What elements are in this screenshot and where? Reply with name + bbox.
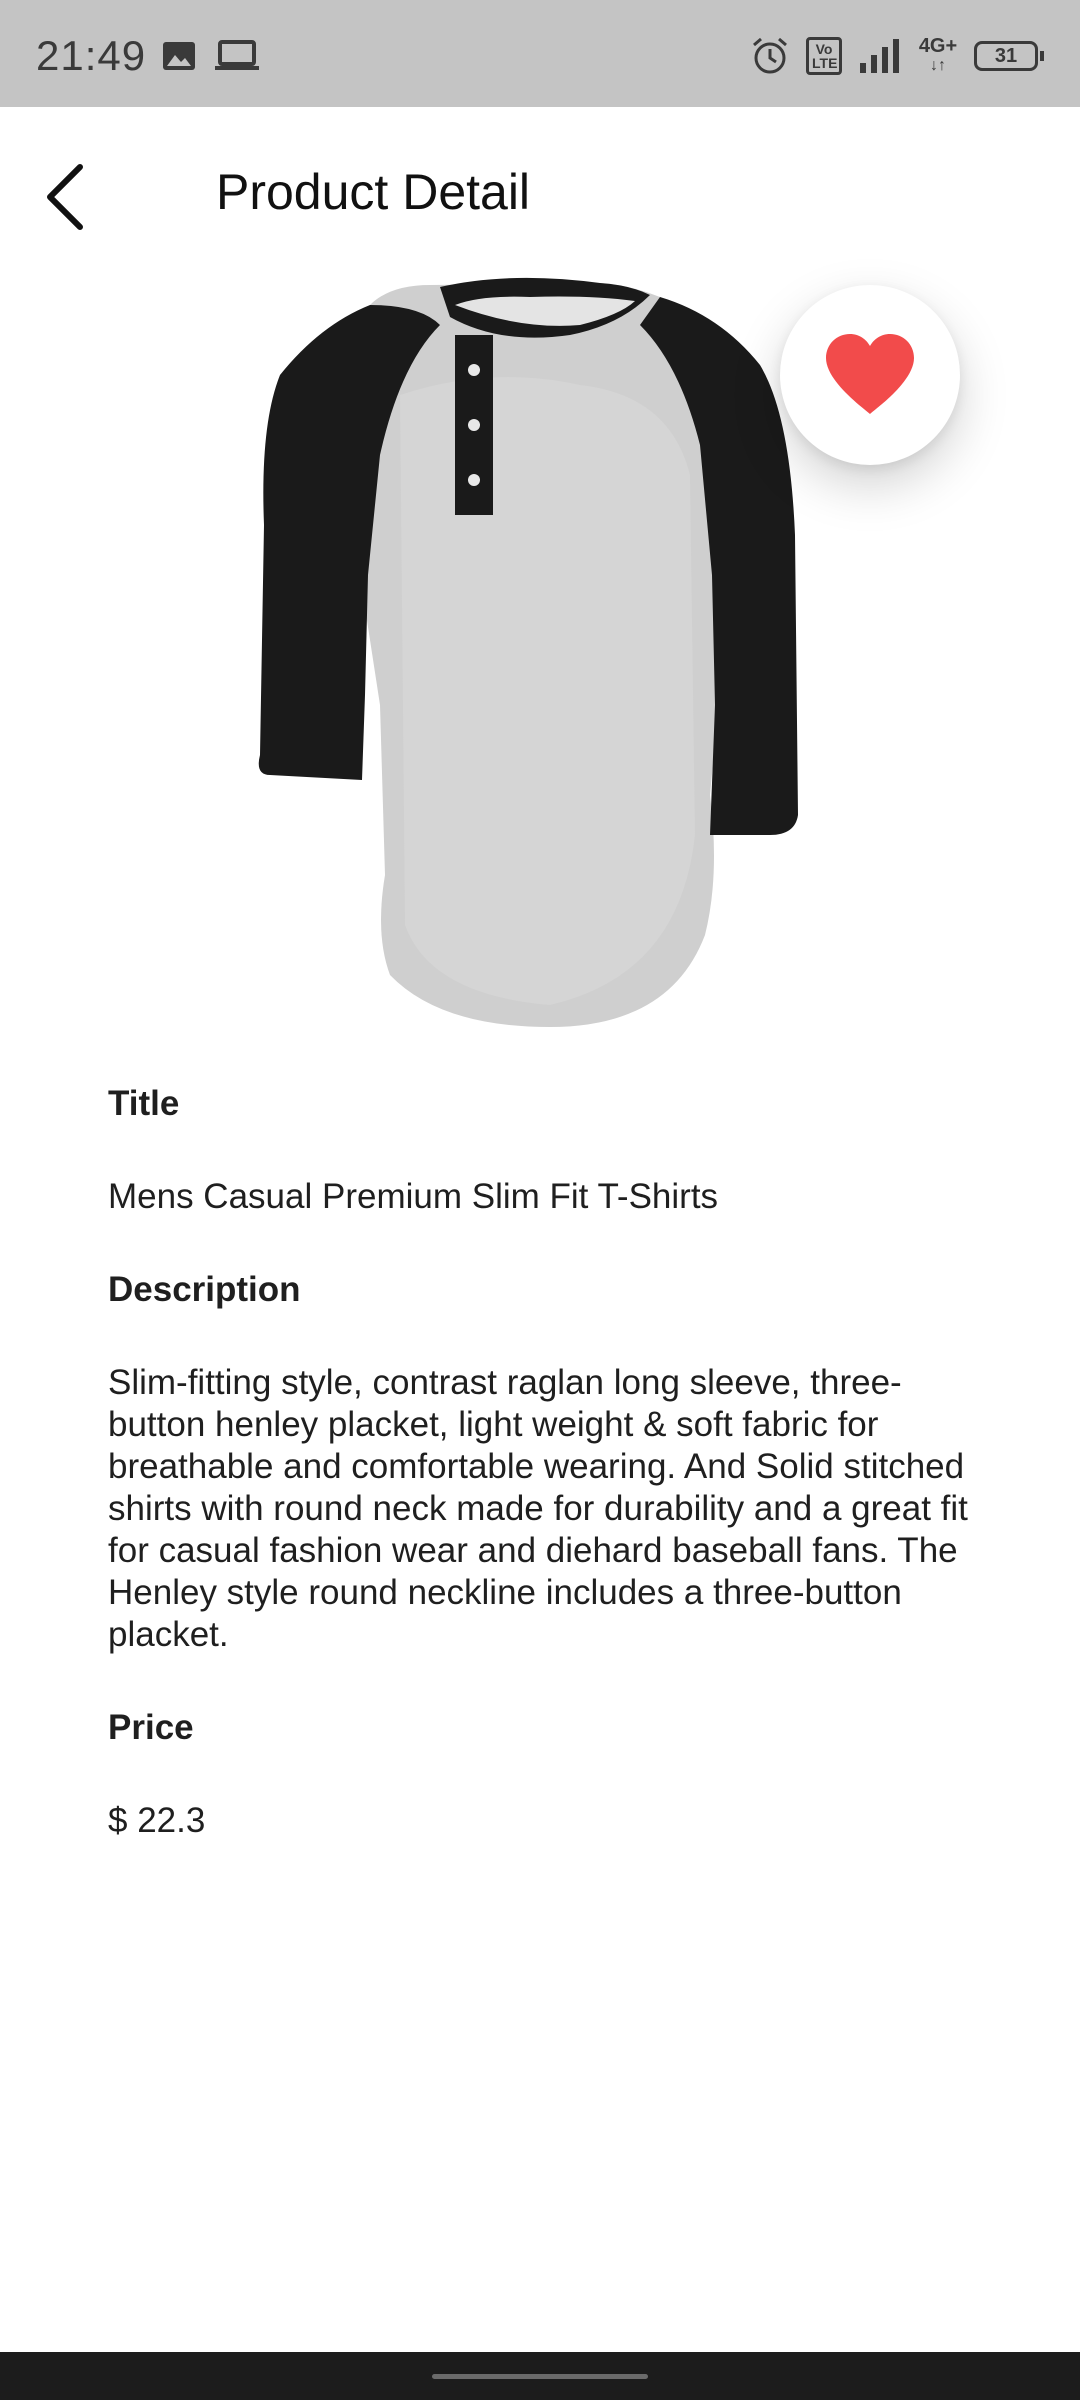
tshirt-image [258, 277, 798, 1027]
back-button[interactable] [36, 157, 96, 237]
product-description: Slim-fitting style, contrast raglan long… [108, 1363, 968, 1654]
product-details: Title Mens Casual Premium Slim Fit T-Shi… [108, 1080, 968, 1890]
laptop-icon [215, 40, 259, 70]
app-header: Product Detail [0, 107, 1080, 277]
chevron-left-icon [47, 164, 83, 230]
alarm-icon [753, 37, 787, 74]
status-right-icons: Vo LTE 4G+ ↓↑ 31 [750, 36, 1044, 76]
product-price: $ 22.3 [108, 1801, 206, 1840]
title-label: Title [108, 1084, 180, 1123]
status-bar: 21:49 Vo LTE 4G+ ↓↑ 31 [0, 0, 1080, 107]
status-left-icons [162, 40, 260, 72]
battery-icon: 31 [974, 41, 1044, 71]
system-nav-bar [0, 2352, 1080, 2400]
signal-icon [860, 39, 899, 73]
heart-icon [826, 334, 914, 414]
page-title: Product Detail [216, 164, 531, 220]
product-title: Mens Casual Premium Slim Fit T-Shirts [108, 1177, 719, 1216]
description-label: Description [108, 1270, 301, 1309]
product-image [250, 275, 830, 1035]
image-icon [163, 42, 195, 70]
status-time: 21:49 [36, 32, 147, 79]
volte-icon: Vo LTE [806, 37, 842, 75]
4g-icon: 4G+ ↓↑ [918, 35, 958, 74]
price-label: Price [108, 1708, 194, 1747]
network-label: 4G+ [918, 35, 958, 57]
favorite-button[interactable] [780, 285, 960, 465]
battery-level: 31 [974, 41, 1038, 71]
home-handle[interactable] [432, 2374, 648, 2379]
